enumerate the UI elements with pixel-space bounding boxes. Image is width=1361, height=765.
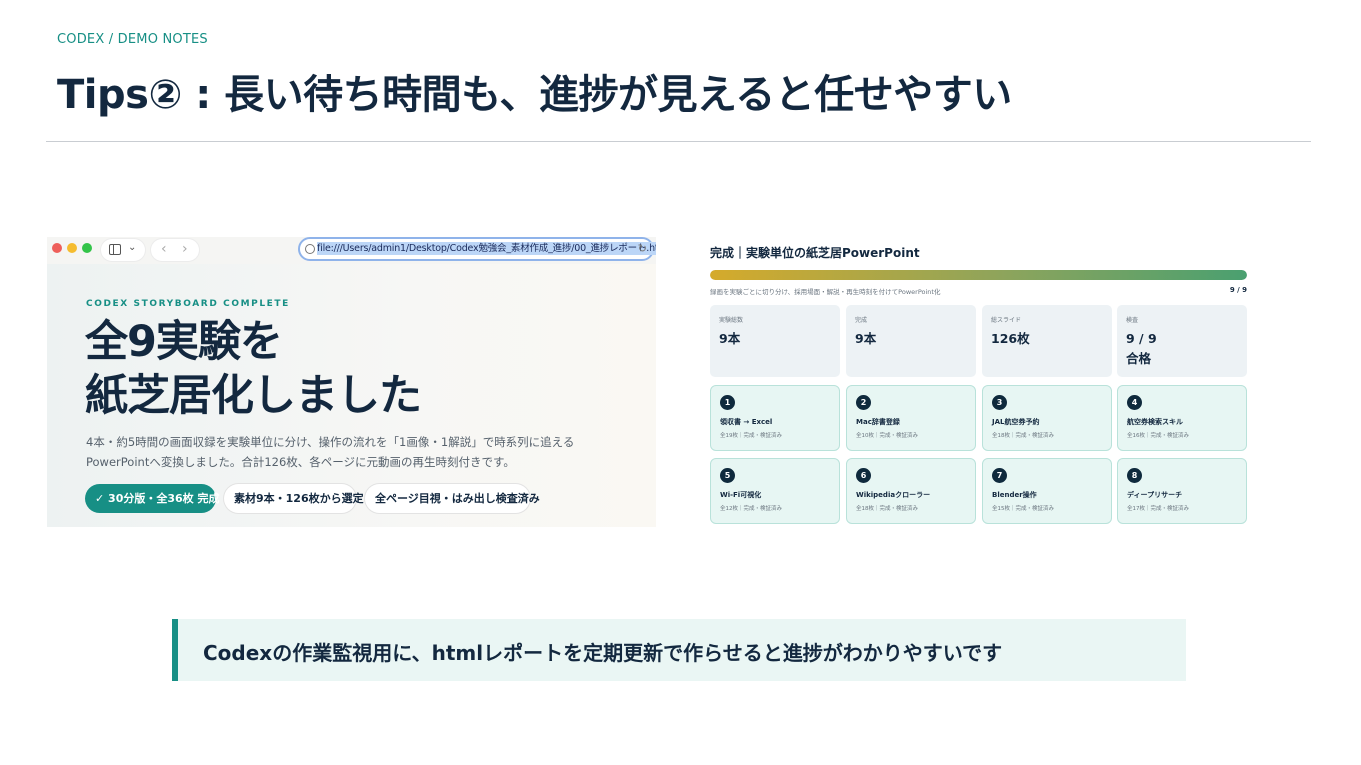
experiment-meta: 全10枚｜完成・検証済み [856, 433, 918, 439]
experiment-card: 1 領収書 → Excel 全19枚｜完成・検証済み [710, 385, 840, 451]
experiment-card: 5 Wi-Fi可視化 全12枚｜完成・検証済み [710, 458, 840, 524]
experiment-card: 8 ディープリサーチ 全17枚｜完成・検証済み [1117, 458, 1247, 524]
tip-callout-text: Codexの作業監視用に、htmlレポートを定期更新で作らせると進捗がわかりやす… [203, 641, 1003, 665]
experiment-card: 2 Mac辞書登録 全10枚｜完成・検証済み [846, 385, 976, 451]
experiment-name: Blender操作 [992, 491, 1037, 499]
experiment-meta: 全15枚｜完成・検証済み [992, 506, 1054, 512]
experiment-name: Wi-Fi可視化 [720, 491, 762, 499]
storyboard-kicker: CODEX STORYBOARD COMPLETE [86, 299, 290, 309]
sidebar-icon [109, 244, 121, 255]
chip-complete: ✓ 30分版・全36枚 完成 [85, 484, 220, 513]
stat-label: 実験総数 [719, 317, 744, 324]
hero-line-1: 全9実験を [85, 317, 283, 367]
experiment-name: 領収書 → Excel [720, 418, 773, 426]
stat-value: 9 / 9 合格 [1126, 331, 1157, 366]
title-divider [46, 141, 1311, 142]
experiment-name: ディープリサーチ [1127, 491, 1183, 499]
experiment-name: Wikipediaクローラー [856, 491, 931, 499]
back-arrow-icon[interactable]: ‹ [161, 241, 167, 257]
stat-label: 完成 [855, 317, 868, 324]
browser-screenshot: ⌄ ‹ › file:///Users/admin1/Desktop/Codex… [47, 237, 656, 527]
experiment-card: 6 Wikipediaクローラー 全18枚｜完成・検証済み [846, 458, 976, 524]
sidebar-toggle-button[interactable]: ⌄ [101, 239, 145, 261]
experiment-number-badge: 2 [856, 395, 871, 410]
experiment-number-badge: 7 [992, 468, 1007, 483]
stat-value: 126枚 [991, 331, 1030, 346]
stat-card: 総スライド 126枚 [982, 305, 1112, 377]
experiment-meta: 全18枚｜完成・検証済み [856, 506, 918, 512]
hero-heading: 全9実験を 紙芝居化しました [85, 315, 422, 423]
progress-bar [710, 270, 1247, 280]
stat-label: 総スライド [991, 317, 1022, 324]
stat-label: 検査 [1126, 317, 1139, 324]
stat-card: 検査 9 / 9 合格 [1117, 305, 1247, 377]
hero-description: 4本・約5時間の画面収録を実験単位に分け、操作の流れを「1画像・1解説」で時系列… [86, 435, 575, 469]
stat-card: 完成 9本 [846, 305, 976, 377]
compass-icon [305, 244, 315, 254]
experiment-card: 7 Blender操作 全15枚｜完成・検証済み [982, 458, 1112, 524]
chevron-down-icon: ⌄ [128, 242, 137, 253]
experiment-name: Mac辞書登録 [856, 418, 900, 426]
experiment-meta: 全19枚｜完成・検証済み [720, 433, 782, 439]
zoom-window-button[interactable] [82, 243, 92, 253]
tip-callout: Codexの作業監視用に、htmlレポートを定期更新で作らせると進捗がわかりやす… [172, 619, 1186, 681]
reload-icon[interactable]: ↻ [638, 242, 647, 255]
report-title: 完成｜実験単位の紙芝居PowerPoint [710, 246, 920, 260]
experiment-meta: 全16枚｜完成・検証済み [1127, 433, 1189, 439]
experiment-number-badge: 5 [720, 468, 735, 483]
progress-description: 録画を実験ごとに切り分け、採用場面・解説・再生時刻を付けてPowerPoint化 [710, 288, 941, 296]
url-text: file:///Users/admin1/Desktop/Codex勉強会_素材… [317, 242, 656, 255]
experiment-number-badge: 6 [856, 468, 871, 483]
stat-value: 9本 [855, 331, 877, 346]
address-bar[interactable]: file:///Users/admin1/Desktop/Codex勉強会_素材… [298, 237, 656, 261]
forward-arrow-icon[interactable]: › [182, 241, 188, 257]
page-title: Tips② : 長い待ち時間も、進捗が見えると任せやすい [57, 72, 1012, 118]
experiment-number-badge: 3 [992, 395, 1007, 410]
experiment-number-badge: 4 [1127, 395, 1142, 410]
progress-count: 9 / 9 [1229, 286, 1247, 294]
stat-value: 9本 [719, 331, 741, 346]
progress-report: 完成｜実験単位の紙芝居PowerPoint 録画を実験ごとに切り分け、採用場面・… [700, 237, 1260, 529]
experiment-meta: 全12枚｜完成・検証済み [720, 506, 782, 512]
experiment-card: 4 航空券検索スキル 全16枚｜完成・検証済み [1117, 385, 1247, 451]
experiment-card: 3 JAL航空券予約 全18枚｜完成・検証済み [982, 385, 1112, 451]
minimize-window-button[interactable] [67, 243, 77, 253]
close-window-button[interactable] [52, 243, 62, 253]
experiment-number-badge: 8 [1127, 468, 1142, 483]
hero-line-2: 紙芝居化しました [85, 371, 422, 421]
browser-toolbar: ⌄ ‹ › file:///Users/admin1/Desktop/Codex… [47, 237, 656, 264]
chip-selected: 素材9本・126枚から選定 [224, 484, 364, 513]
chip-inspected: 全ページ目視・はみ出し検査済み [365, 484, 540, 513]
experiment-number-badge: 1 [720, 395, 735, 410]
experiment-meta: 全18枚｜完成・検証済み [992, 433, 1054, 439]
eyebrow-label: CODEX / DEMO NOTES [57, 32, 208, 47]
stat-card: 実験総数 9本 [710, 305, 840, 377]
experiment-meta: 全17枚｜完成・検証済み [1127, 506, 1189, 512]
experiment-name: 航空券検索スキル [1127, 418, 1183, 426]
history-nav-buttons: ‹ › [151, 239, 199, 261]
progress-bar-fill [710, 270, 1247, 280]
experiment-name: JAL航空券予約 [992, 418, 1040, 426]
